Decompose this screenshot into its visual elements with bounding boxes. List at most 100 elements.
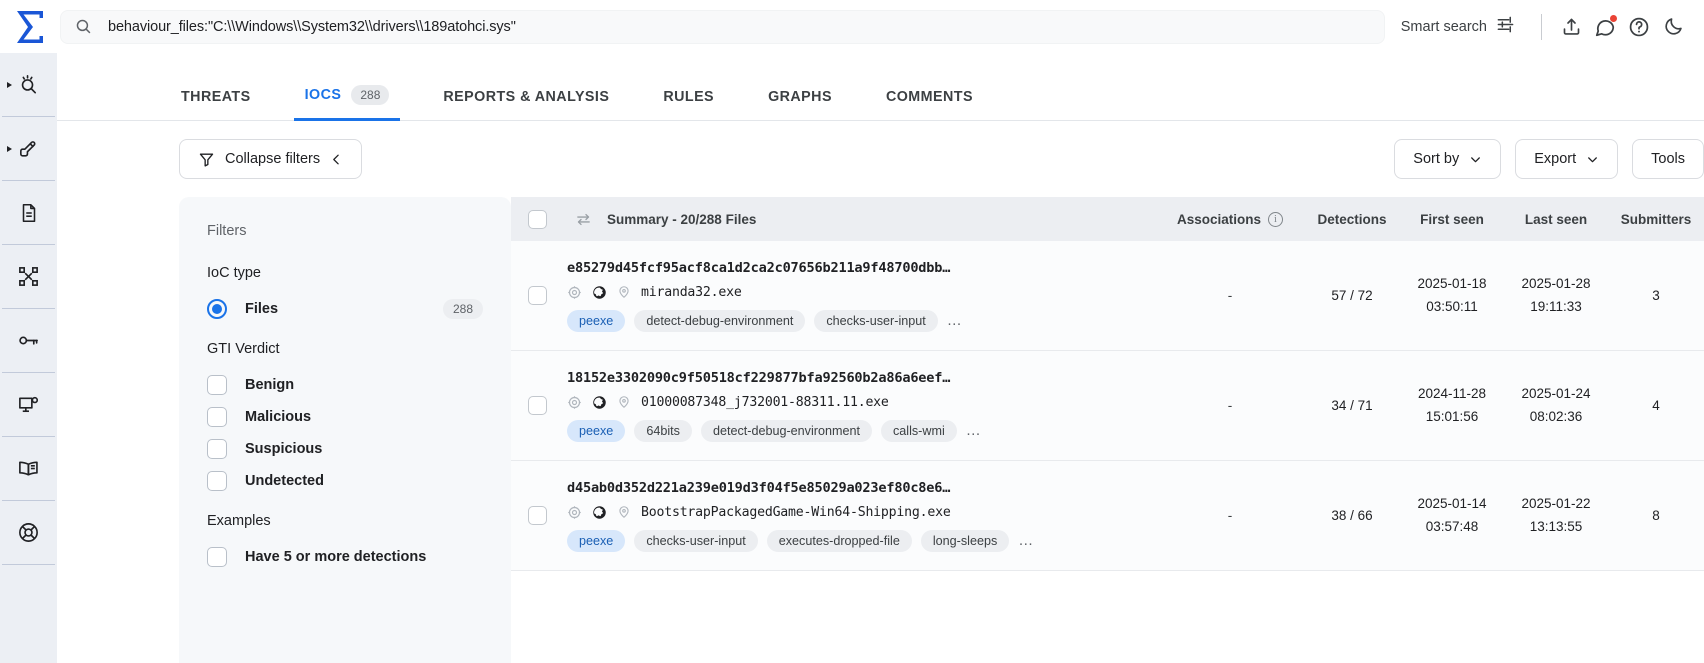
sidebar-item-monitor[interactable] <box>0 373 57 436</box>
ioc-table: Summary - 20/288 Files Associations i De… <box>511 197 1704 663</box>
help-icon <box>1629 17 1649 36</box>
tab-reports-analysis[interactable]: REPORTS & ANALYSIS <box>441 89 611 120</box>
filter-option-files[interactable]: Files 288 <box>207 293 483 325</box>
crosshair-icon <box>567 395 582 410</box>
tab-bar: THREATS IOCS 288 REPORTS & ANALYSIS RULE… <box>57 53 1704 121</box>
file-name[interactable]: BootstrapPackagedGame-Win64-Shipping.exe <box>641 505 951 520</box>
top-bar: Smart search <box>0 0 1704 53</box>
filter-count: 288 <box>442 299 483 319</box>
sidebar-item-search-explore[interactable] <box>0 53 57 116</box>
globe-icon <box>592 395 607 410</box>
tag[interactable]: peexe <box>567 529 626 552</box>
chevron-down-icon <box>1588 156 1598 162</box>
file-name[interactable]: 01000087348_j732001-88311.11.exe <box>641 395 889 410</box>
sidebar-item-support[interactable] <box>0 501 57 564</box>
info-icon[interactable]: i <box>1268 211 1284 227</box>
upload-button[interactable] <box>1554 10 1588 44</box>
file-hash[interactable]: e85279d45fcf95acf8ca1d2ca2c07656b211a9f4… <box>567 260 1146 276</box>
swap-columns-button[interactable] <box>563 211 603 228</box>
tag[interactable]: long-sleeps <box>920 529 1010 552</box>
tab-label: THREATS <box>181 89 251 105</box>
export-button[interactable]: Export <box>1515 139 1619 179</box>
tag[interactable]: 64bits <box>634 419 692 442</box>
select-all-checkbox[interactable] <box>527 209 547 229</box>
tag[interactable]: executes-dropped-file <box>766 529 912 552</box>
document-icon <box>22 203 35 222</box>
sidebar-item-api-keys[interactable] <box>0 309 57 372</box>
globe-icon <box>592 505 607 520</box>
help-button[interactable] <box>1622 10 1656 44</box>
first-seen-date: 2024-11-28 <box>1417 385 1487 401</box>
table-header-row: Summary - 20/288 Files Associations i De… <box>511 197 1704 241</box>
row-checkbox[interactable] <box>527 286 547 305</box>
checkbox-undetected[interactable] <box>207 471 227 491</box>
last-seen-time: 13:13:55 <box>1529 518 1583 534</box>
export-label: Export <box>1534 151 1577 167</box>
dark-mode-button[interactable] <box>1656 10 1690 44</box>
associations-value: - <box>1227 288 1233 303</box>
app-logo[interactable] <box>0 0 60 53</box>
notifications-button[interactable] <box>1588 10 1622 44</box>
upload-icon <box>1563 18 1579 35</box>
checkbox-malicious[interactable] <box>207 407 227 427</box>
table-row[interactable]: e85279d45fcf95acf8ca1d2ca2c07656b211a9f4… <box>511 241 1704 351</box>
detections-value: 34 / 71 <box>1331 398 1373 413</box>
sidebar-item-knowledge[interactable] <box>0 437 57 500</box>
sigma-logo-icon <box>17 10 43 43</box>
content-area: Filters IoC type Files 288 GTI Verdict B… <box>57 197 1704 663</box>
checkbox-5-or-more-detections[interactable] <box>207 547 227 567</box>
tab-threats[interactable]: THREATS <box>179 89 253 120</box>
checkbox-benign[interactable] <box>207 375 227 395</box>
last-seen-date: 2025-01-22 <box>1521 495 1591 511</box>
search-icon <box>75 18 92 35</box>
tag-list: peexe checks-user-input executes-dropped… <box>567 529 1146 552</box>
tools-button[interactable]: Tools <box>1632 139 1704 179</box>
more-tags-button[interactable]: … <box>966 422 982 439</box>
gti-verdict-label: GTI Verdict <box>207 341 280 357</box>
sort-by-button[interactable]: Sort by <box>1394 139 1502 179</box>
tag[interactable]: peexe <box>567 309 626 332</box>
tag[interactable]: checks-user-input <box>814 309 938 332</box>
tab-comments[interactable]: COMMENTS <box>884 89 975 120</box>
row-checkbox[interactable] <box>527 506 547 525</box>
filter-option-suspicious[interactable]: Suspicious <box>207 433 483 465</box>
search-input[interactable] <box>108 18 1370 35</box>
search-bar[interactable] <box>60 9 1385 44</box>
sidebar-item-reports[interactable] <box>0 181 57 244</box>
filter-option-undetected[interactable]: Undetected <box>207 465 483 497</box>
file-hash[interactable]: 18152e3302090c9f50518cf229877bfa92560b2a… <box>567 370 1146 386</box>
more-tags-button[interactable]: … <box>1018 532 1034 549</box>
sidebar-item-hunting[interactable] <box>0 117 57 180</box>
tag[interactable]: peexe <box>567 419 626 442</box>
radio-files[interactable] <box>207 299 227 319</box>
tag[interactable]: detect-debug-environment <box>634 309 806 332</box>
collapse-filters-button[interactable]: Collapse filters <box>179 139 363 179</box>
file-hash[interactable]: d45ab0d352d221a239e019d3f04f5e85029a023e… <box>567 480 1146 496</box>
detections-value: 57 / 72 <box>1331 288 1373 303</box>
more-tags-button[interactable]: … <box>947 312 963 329</box>
table-row[interactable]: d45ab0d352d221a239e019d3f04f5e85029a023e… <box>511 461 1704 571</box>
hand-pen-icon <box>20 141 36 157</box>
tag[interactable]: detect-debug-environment <box>700 419 872 442</box>
tab-rules[interactable]: RULES <box>661 89 716 120</box>
smart-search-button[interactable]: Smart search <box>1401 15 1515 38</box>
sidebar-item-graph[interactable] <box>0 245 57 308</box>
checkbox-suspicious[interactable] <box>207 439 227 459</box>
table-row[interactable]: 18152e3302090c9f50518cf229877bfa92560b2a… <box>511 351 1704 461</box>
tab-iocs[interactable]: IOCS 288 <box>293 85 401 121</box>
tab-badge-count: 288 <box>351 85 390 105</box>
row-checkbox[interactable] <box>527 396 547 415</box>
tab-graphs[interactable]: GRAPHS <box>766 89 834 120</box>
filter-option-benign[interactable]: Benign <box>207 369 483 401</box>
tools-label: Tools <box>1651 151 1685 167</box>
key-icon <box>19 336 38 345</box>
tag[interactable]: checks-user-input <box>634 529 758 552</box>
tag[interactable]: calls-wmi <box>880 419 957 442</box>
filter-option-5-or-more-detections[interactable]: Have 5 or more detections <box>207 541 483 573</box>
submitters-value: 4 <box>1652 398 1660 413</box>
chevron-left-icon <box>333 154 339 164</box>
filter-option-malicious[interactable]: Malicious <box>207 401 483 433</box>
first-seen-value: 2025-01-14 03:57:48 <box>1400 493 1504 539</box>
select-all-cell <box>511 209 563 229</box>
file-name[interactable]: miranda32.exe <box>641 285 742 300</box>
